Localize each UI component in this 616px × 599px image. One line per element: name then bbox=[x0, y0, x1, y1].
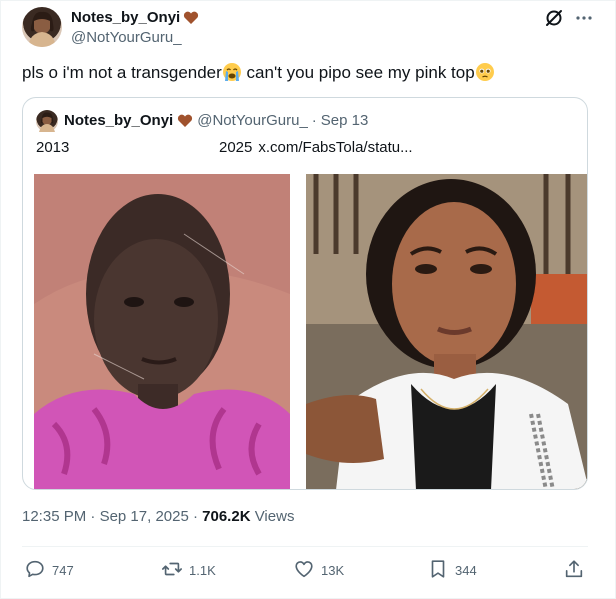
tweet-meta: 12:35 PM · Sep 17, 2025 · 706.2K Views bbox=[22, 508, 294, 525]
author-handle[interactable]: @NotYourGuru_ bbox=[71, 29, 182, 46]
author-avatar[interactable] bbox=[22, 7, 62, 47]
author-display-name[interactable]: Notes_by_Onyi bbox=[71, 9, 180, 26]
bookmark-count: 344 bbox=[455, 563, 477, 578]
bookmark-icon bbox=[427, 558, 449, 583]
share-icon bbox=[563, 558, 585, 583]
tweet-text-part2: can't you pipo see my pink top bbox=[241, 63, 475, 82]
views-count: 706.2K bbox=[202, 508, 251, 525]
tweet-card: Notes_by_Onyi @NotYourGuru_ pls o i'm no… bbox=[0, 0, 616, 599]
tweet-date[interactable]: Sep 17, 2025 bbox=[100, 508, 189, 525]
tweet-top-icons bbox=[543, 7, 595, 29]
divider bbox=[22, 546, 588, 547]
views-label: Views bbox=[254, 508, 295, 525]
reply-icon bbox=[24, 558, 46, 583]
tweet-text: pls o i'm not a transgender can't you pi… bbox=[22, 61, 495, 85]
quoted-tweet[interactable]: Notes_by_Onyi @NotYourGuru_ · Sep 13 201… bbox=[22, 97, 588, 490]
quoted-link[interactable]: x.com/FabsTola/statu... bbox=[258, 139, 412, 156]
repost-icon bbox=[161, 558, 183, 583]
photo-2025[interactable] bbox=[306, 174, 587, 489]
action-bar: 747 1.1K 13K 344 bbox=[22, 558, 588, 584]
tweet-time[interactable]: 12:35 PM bbox=[22, 508, 86, 525]
meta-separator: · bbox=[90, 508, 96, 525]
like-count: 13K bbox=[321, 563, 345, 578]
tweet-text-part1: pls o i'm not a transgender bbox=[22, 63, 222, 82]
brown-heart-icon bbox=[183, 11, 199, 25]
brown-heart-icon bbox=[177, 114, 193, 128]
more-options-icon[interactable] bbox=[573, 7, 595, 29]
meta-separator: · bbox=[192, 508, 198, 525]
grok-icon[interactable] bbox=[543, 7, 565, 29]
quoted-text-year-left: 2013 bbox=[36, 139, 70, 156]
quoted-separator: · bbox=[311, 112, 317, 129]
quoted-text-year-right: 2025 bbox=[219, 139, 253, 156]
quoted-text-right: 2025 x.com/FabsTola/statu... bbox=[219, 139, 413, 156]
quoted-author-avatar[interactable] bbox=[36, 110, 58, 132]
pleading-face-icon bbox=[475, 62, 495, 82]
quoted-date[interactable]: Sep 13 bbox=[321, 112, 369, 129]
quoted-header: Notes_by_Onyi @NotYourGuru_ · Sep 13 bbox=[64, 112, 368, 129]
bookmark-button[interactable]: 344 bbox=[427, 558, 477, 583]
share-button[interactable] bbox=[563, 558, 585, 583]
repost-button[interactable]: 1.1K bbox=[161, 558, 216, 583]
quoted-display-name[interactable]: Notes_by_Onyi bbox=[64, 112, 173, 129]
crying-face-icon bbox=[222, 62, 242, 82]
author-name-row: Notes_by_Onyi bbox=[71, 9, 199, 26]
like-button[interactable]: 13K bbox=[293, 558, 344, 583]
heart-icon bbox=[293, 558, 315, 583]
repost-count: 1.1K bbox=[189, 563, 216, 578]
reply-button[interactable]: 747 bbox=[24, 558, 74, 583]
reply-count: 747 bbox=[52, 563, 74, 578]
photo-2013[interactable] bbox=[34, 174, 290, 489]
quoted-handle[interactable]: @NotYourGuru_ bbox=[197, 112, 308, 129]
